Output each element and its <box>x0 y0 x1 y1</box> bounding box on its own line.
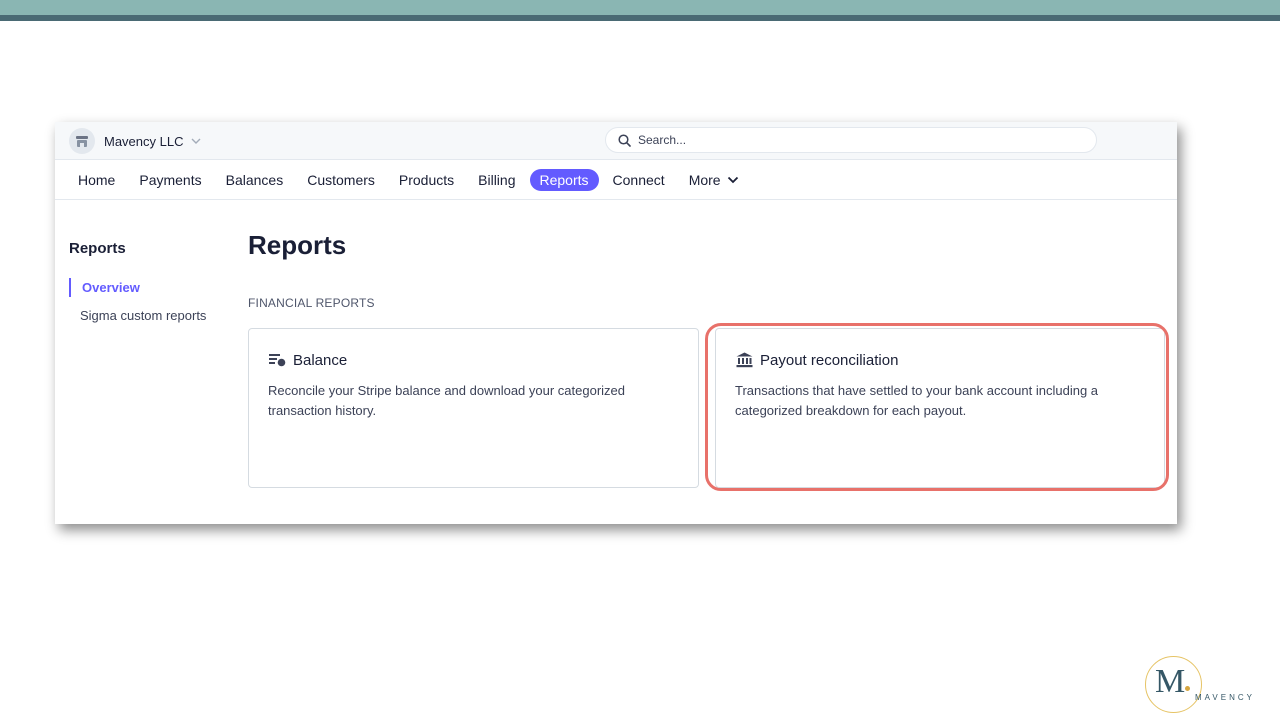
dashboard-screenshot: Mavency LLC Home Payments Balances Custo… <box>55 122 1177 524</box>
card-title: Balance <box>293 351 348 369</box>
logo-dot <box>1185 686 1190 691</box>
nav-item-customers[interactable]: Customers <box>297 169 385 191</box>
page-title: Reports <box>248 230 347 260</box>
nav-item-billing[interactable]: Billing <box>468 169 525 191</box>
top-accent-line <box>0 15 1280 21</box>
logo-letter: M <box>1155 663 1186 700</box>
section-label: FINANCIAL REPORTS <box>248 296 375 310</box>
card-description: Transactions that have settled to your b… <box>735 383 1099 418</box>
card-title: Payout reconciliation <box>760 351 899 369</box>
top-accent-band <box>0 0 1280 15</box>
sidebar-item-overview[interactable]: Overview <box>69 278 140 297</box>
store-icon <box>69 128 95 154</box>
nav-item-home[interactable]: Home <box>68 169 125 191</box>
account-name: Mavency LLC <box>104 133 184 149</box>
top-bar: Mavency LLC <box>55 122 1177 160</box>
card-description: Reconcile your Stripe balance and downlo… <box>268 383 625 418</box>
chevron-down-icon <box>191 138 201 144</box>
nav-more-label: More <box>688 171 721 188</box>
chevron-down-icon <box>727 176 739 184</box>
account-switcher[interactable]: Mavency LLC <box>69 128 201 154</box>
balance-report-icon <box>268 351 286 369</box>
nav-item-connect[interactable]: Connect <box>603 169 675 191</box>
nav-item-reports[interactable]: Reports <box>529 168 599 191</box>
nav-item-products[interactable]: Products <box>389 169 464 191</box>
bank-icon <box>735 351 753 369</box>
search-icon <box>618 133 631 147</box>
sidebar-item-sigma-custom-reports[interactable]: Sigma custom reports <box>69 306 206 325</box>
search-bar[interactable] <box>605 127 1097 153</box>
sidebar-title: Reports <box>69 240 126 257</box>
search-input[interactable] <box>638 133 1058 147</box>
main-nav: Home Payments Balances Customers Product… <box>55 160 1177 200</box>
mavency-logo: M MAVENCY <box>1145 656 1275 714</box>
nav-item-more[interactable]: More <box>679 169 749 191</box>
balance-report-card[interactable]: Balance Reconcile your Stripe balance an… <box>248 328 699 488</box>
logo-wordmark: MAVENCY <box>1195 693 1255 702</box>
payout-reconciliation-card[interactable]: Payout reconciliation Transactions that … <box>715 328 1165 488</box>
nav-item-payments[interactable]: Payments <box>129 169 211 191</box>
nav-item-balances[interactable]: Balances <box>216 169 294 191</box>
